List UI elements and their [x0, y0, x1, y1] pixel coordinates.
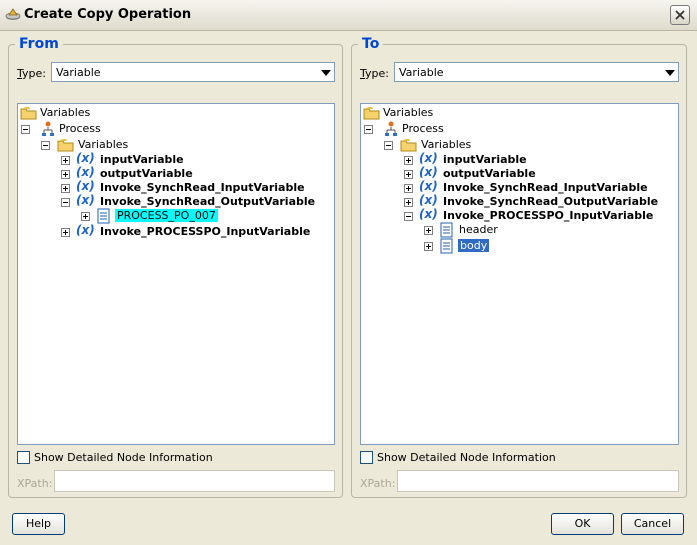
title-bar[interactable]: Create Copy Operation [0, 0, 697, 31]
from-type-label: Type: [17, 67, 46, 80]
variable-icon: (x) [76, 179, 95, 193]
variable-icon: (x) [419, 179, 438, 193]
dialog-title: Create Copy Operation [24, 7, 192, 22]
dialog-window: Create Copy Operation From Type: Variabl… [0, 0, 697, 545]
process-icon [385, 121, 397, 136]
to-show-detail-label: Show Detailed Node Information [377, 451, 556, 464]
collapse-icon[interactable] [404, 212, 413, 221]
tree-label: Variables [383, 106, 434, 119]
document-icon [97, 208, 110, 224]
folder-icon [400, 139, 417, 152]
to-type-value: Variable [399, 66, 444, 79]
to-group: To Type: Variable Variables Process Vari… [351, 36, 687, 498]
folder-icon [20, 107, 37, 120]
collapse-icon[interactable] [364, 125, 373, 134]
from-group-title: From [15, 36, 63, 52]
expand-icon[interactable] [424, 226, 433, 235]
expand-icon[interactable] [404, 198, 413, 207]
expand-icon[interactable] [61, 184, 70, 193]
to-type-select[interactable]: Variable [394, 62, 679, 82]
collapse-icon[interactable] [384, 141, 393, 150]
from-group: From Type: Variable Variables Process Va… [8, 36, 343, 498]
chevron-down-icon[interactable] [665, 70, 675, 76]
from-type-select[interactable]: Variable [51, 62, 335, 82]
document-icon [440, 222, 453, 238]
tree-label: Variables [421, 138, 472, 151]
chevron-down-icon[interactable] [321, 70, 331, 76]
tree-label: outputVariable [443, 167, 536, 180]
variable-icon: (x) [419, 151, 438, 165]
tree-label: Process [59, 122, 101, 135]
to-xpath-label: XPath: [360, 477, 396, 490]
ok-button[interactable]: OK [551, 513, 614, 535]
folder-icon [57, 139, 74, 152]
from-xpath-input[interactable] [54, 470, 335, 492]
collapse-icon[interactable] [21, 125, 30, 134]
tree-label: Invoke_PROCESSPO_InputVariable [100, 225, 311, 238]
expand-icon[interactable] [61, 228, 70, 237]
expand-icon[interactable] [61, 156, 70, 165]
variable-icon: (x) [419, 165, 438, 179]
from-show-detail-label: Show Detailed Node Information [34, 451, 213, 464]
expand-icon[interactable] [404, 170, 413, 179]
variable-icon: (x) [76, 193, 95, 207]
expand-icon[interactable] [61, 170, 70, 179]
tree-label: inputVariable [100, 153, 184, 166]
to-type-label: Type: [360, 67, 389, 80]
collapse-icon[interactable] [61, 198, 70, 207]
expand-icon[interactable] [404, 156, 413, 165]
tree-label: Invoke_SynchRead_OutputVariable [443, 195, 659, 208]
variable-icon: (x) [76, 151, 95, 165]
help-button[interactable]: Help [12, 513, 65, 535]
tree-label: Invoke_SynchRead_OutputVariable [100, 195, 316, 208]
tree-label: inputVariable [443, 153, 527, 166]
tree-label: Invoke_PROCESSPO_InputVariable [443, 209, 654, 222]
variable-icon: (x) [419, 193, 438, 207]
tree-label-selected: body [458, 239, 490, 252]
expand-icon[interactable] [424, 242, 433, 251]
variable-icon: (x) [419, 207, 438, 221]
from-type-value: Variable [56, 66, 101, 79]
tree-label: Invoke_SynchRead_InputVariable [443, 181, 648, 194]
tree-label: Variables [40, 106, 91, 119]
copy-operation-icon [5, 8, 21, 20]
variable-icon: (x) [76, 223, 95, 237]
tree-label: Process [402, 122, 444, 135]
tree-label: outputVariable [100, 167, 193, 180]
from-variable-tree[interactable]: Variables Process Variables (x) inputVar… [17, 103, 335, 445]
from-xpath-label: XPath: [17, 477, 53, 490]
tree-label: Variables [78, 138, 129, 151]
to-show-detail-checkbox[interactable] [360, 451, 373, 464]
close-button[interactable] [670, 5, 690, 25]
to-xpath-input[interactable] [397, 470, 679, 492]
expand-icon[interactable] [81, 212, 90, 221]
to-group-title: To [358, 36, 384, 52]
from-show-detail-checkbox[interactable] [17, 451, 30, 464]
tree-label: Invoke_SynchRead_InputVariable [100, 181, 305, 194]
tree-label: header [459, 223, 498, 236]
variable-icon: (x) [76, 165, 95, 179]
document-icon [440, 238, 453, 254]
folder-icon [363, 107, 380, 120]
to-variable-tree[interactable]: Variables Process Variables (x) inputVar… [360, 103, 679, 445]
collapse-icon[interactable] [41, 141, 50, 150]
close-icon [675, 10, 685, 20]
process-icon [42, 121, 54, 136]
expand-icon[interactable] [404, 184, 413, 193]
tree-label-selected: PROCESS_PO_007 [115, 209, 218, 222]
cancel-button[interactable]: Cancel [621, 513, 684, 535]
